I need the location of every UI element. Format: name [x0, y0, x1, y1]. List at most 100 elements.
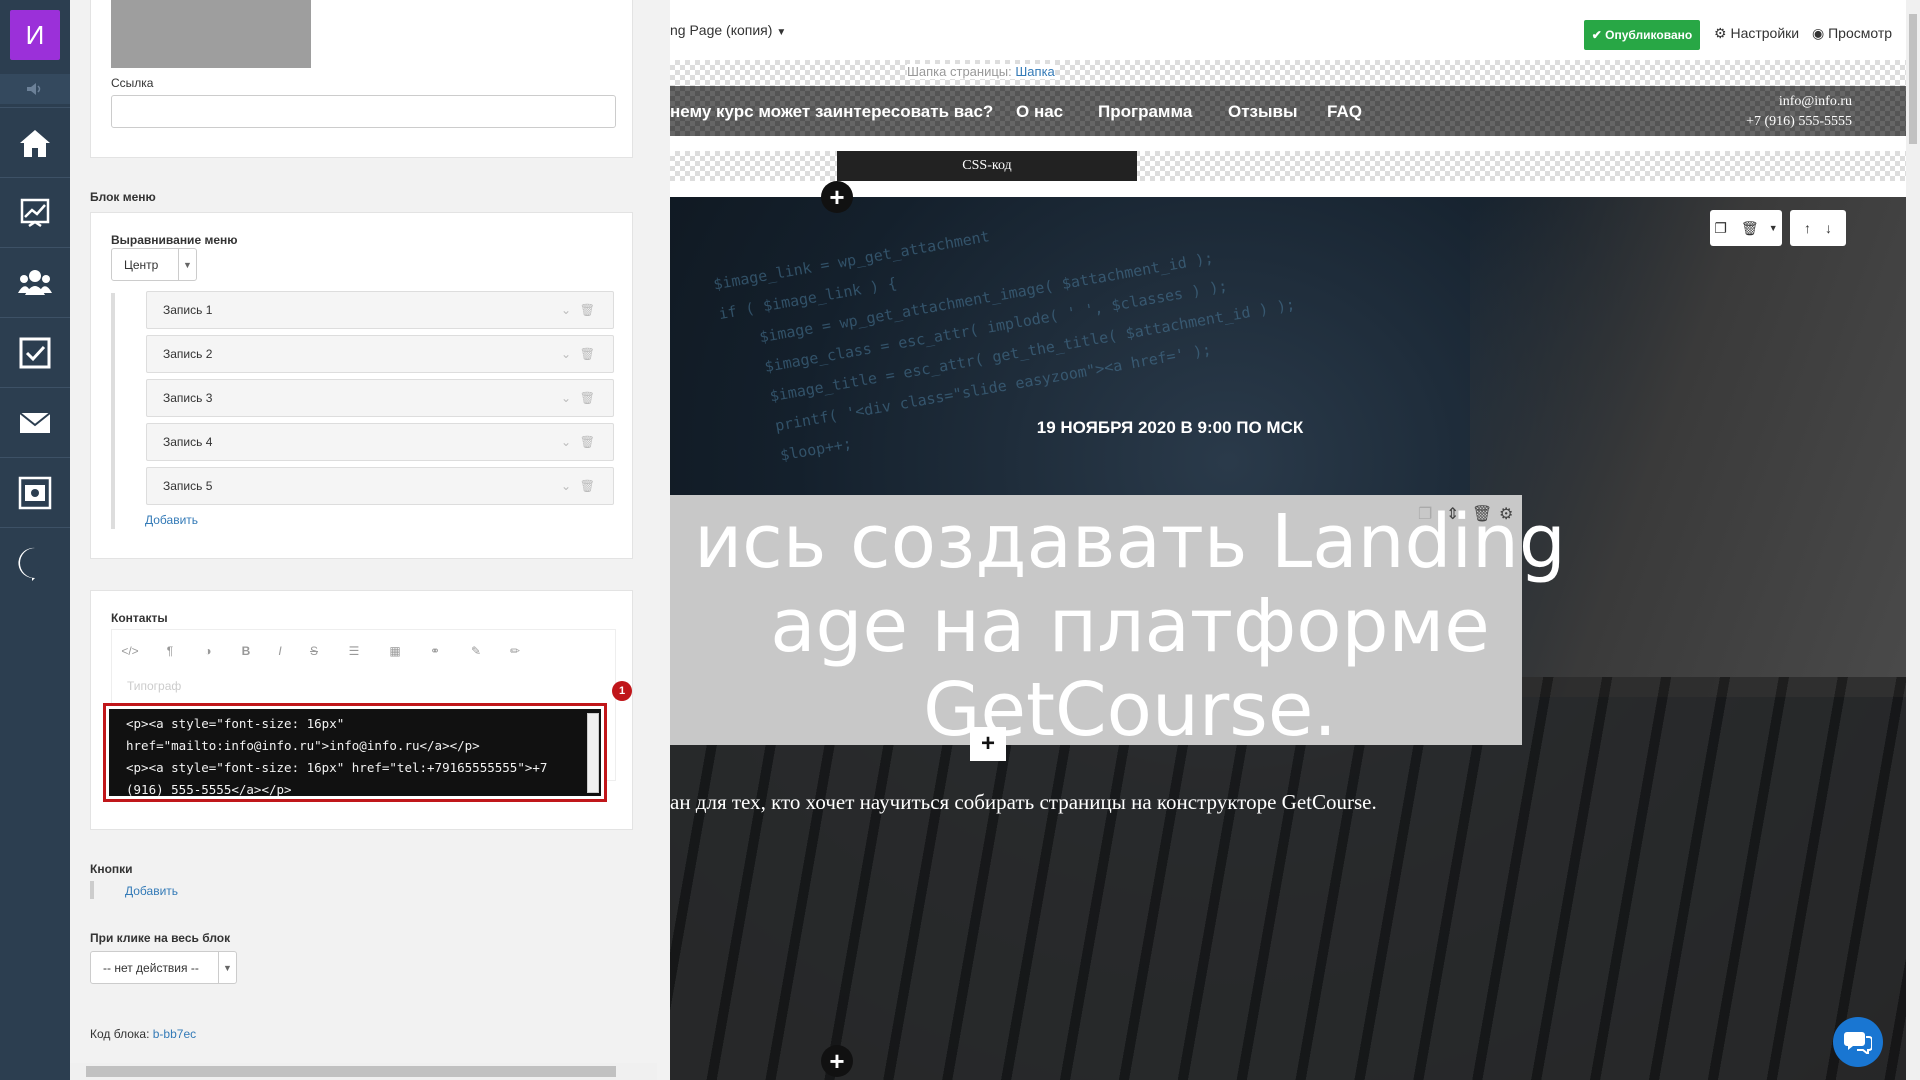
items-rail: [111, 293, 115, 529]
trash-icon[interactable]: 🗑: [1741, 220, 1759, 237]
menu-link[interactable]: FAQ: [1327, 102, 1362, 122]
menu-item[interactable]: Запись 2 ⌄ 🗑: [146, 335, 614, 373]
buttons-rail: [90, 881, 94, 899]
chevron-down-icon[interactable]: ⌄: [561, 479, 571, 493]
code-line: (916) 555-5555</a></p>: [126, 782, 292, 797]
menu-link[interactable]: нему курс может заинтересовать вас?: [670, 102, 993, 122]
menu-item[interactable]: Запись 1 ⌄ 🗑: [146, 291, 614, 329]
view-link[interactable]: ◉ Просмотр: [1812, 25, 1892, 42]
header-phone[interactable]: +7 (916) 555-5555: [1746, 112, 1852, 132]
header-strip: [670, 60, 1906, 86]
link-icon[interactable]: ⚭: [423, 640, 447, 662]
page-title[interactable]: ng Page (копия) ▼: [670, 22, 786, 38]
link-input[interactable]: [111, 95, 616, 128]
header-link[interactable]: Шапка: [1015, 64, 1054, 79]
add-block-icon[interactable]: +: [821, 1045, 853, 1077]
published-label: Опубликовано: [1605, 28, 1693, 42]
avatar[interactable]: И: [10, 10, 60, 60]
header-contacts: info@info.ru +7 (916) 555-5555: [1746, 92, 1852, 132]
menu-item-label: Запись 1: [163, 303, 213, 317]
strike-icon[interactable]: S: [302, 640, 326, 662]
settings-box-icon[interactable]: [0, 457, 70, 527]
caret-down-icon[interactable]: ▼: [1769, 223, 1778, 233]
add-block-icon[interactable]: +: [821, 181, 853, 213]
paragraph-icon[interactable]: ¶: [158, 640, 182, 662]
gear-icon: ⚙: [1714, 25, 1727, 41]
scroll-thumb[interactable]: [1909, 14, 1917, 144]
italic-icon[interactable]: I: [268, 640, 292, 662]
align-label: Выравнивание меню: [111, 233, 238, 247]
add-button-link[interactable]: Добавить: [125, 884, 178, 898]
click-label: При клике на весь блок: [90, 931, 231, 945]
copy-icon[interactable]: ❐: [1418, 504, 1432, 524]
trash-icon[interactable]: 🗑: [580, 479, 595, 493]
contrast-icon[interactable]: ◑: [196, 640, 220, 662]
settings-link[interactable]: ⚙ Настройки: [1714, 25, 1799, 42]
arrow-up-icon[interactable]: ↑: [1804, 220, 1811, 236]
copy-icon[interactable]: ❐: [1714, 220, 1727, 237]
header-email[interactable]: info@info.ru: [1746, 92, 1852, 112]
code-view-icon[interactable]: </>: [118, 640, 142, 662]
eye-icon: ◉: [1812, 25, 1825, 41]
trash-icon[interactable]: 🗑: [580, 391, 595, 405]
users-icon[interactable]: [0, 247, 70, 317]
trash-icon[interactable]: 🗑: [1472, 504, 1492, 524]
chevron-down-icon[interactable]: ⌄: [561, 303, 571, 317]
menu-item-label: Запись 4: [163, 435, 213, 449]
move-toolbar: ↑ ↓: [1790, 210, 1846, 246]
panel-hscrollbar[interactable]: [70, 1063, 657, 1080]
align-select[interactable]: Центр ▼: [111, 248, 197, 281]
speaker-icon[interactable]: [0, 74, 70, 104]
menu-item[interactable]: Запись 3 ⌄ 🗑: [146, 379, 614, 417]
menu-link[interactable]: О нас: [1016, 102, 1063, 122]
arrow-down-icon[interactable]: ↓: [1825, 220, 1832, 236]
link-label: Ссылка: [111, 76, 154, 90]
menu-item[interactable]: Запись 4 ⌄ 🗑: [146, 423, 614, 461]
bold-icon[interactable]: B: [234, 640, 258, 662]
chart-icon[interactable]: [0, 177, 70, 247]
menu-item[interactable]: Запись 5 ⌄ 🗑: [146, 467, 614, 505]
code-scrollbar[interactable]: [587, 713, 599, 793]
left-rail: И: [0, 0, 70, 1080]
add-element-icon[interactable]: +: [970, 727, 1006, 761]
image-preview[interactable]: [111, 0, 311, 68]
getcourse-icon[interactable]: [0, 527, 70, 597]
gear-icon[interactable]: ⚙: [1499, 504, 1513, 524]
link-card: Ссылка: [90, 0, 633, 158]
menu-item-label: Запись 5: [163, 479, 213, 493]
app-root: И Ссылка Блок меню Выравнивание меню Цен…: [0, 0, 1920, 1080]
block-code-value[interactable]: b-bb7ec: [153, 1027, 196, 1041]
list-icon[interactable]: ☰: [342, 640, 366, 662]
css-code-block[interactable]: CSS-код: [837, 151, 1137, 181]
trash-icon[interactable]: 🗑: [580, 347, 595, 361]
scroll-thumb[interactable]: [86, 1066, 616, 1077]
home-icon[interactable]: [0, 107, 70, 177]
chevron-down-icon[interactable]: ⌄: [561, 347, 571, 361]
code-editor[interactable]: <p><a style="font-size: 16px" href="mail…: [103, 703, 607, 802]
header-hint-label: Шапка страницы:: [907, 64, 1012, 79]
click-action-value: -- нет действия --: [103, 961, 199, 975]
sort-icon[interactable]: ⇕: [1446, 504, 1459, 524]
chevron-down-icon[interactable]: ⌄: [561, 435, 571, 449]
click-action-select[interactable]: -- нет действия -- ▼: [90, 951, 237, 984]
menu-link[interactable]: Программа: [1098, 102, 1192, 122]
table-icon[interactable]: ▦: [383, 640, 407, 662]
tasks-icon[interactable]: [0, 317, 70, 387]
chevron-down-icon[interactable]: ⌄: [561, 391, 571, 405]
chat-icon[interactable]: [1833, 1017, 1883, 1067]
menu-item-label: Запись 3: [163, 391, 213, 405]
preview-scrollbar[interactable]: [1906, 0, 1920, 1080]
pencil-icon[interactable]: ✏: [503, 640, 527, 662]
hero-background-image: $image_link = wp_get_attachment if ( $im…: [712, 227, 1297, 471]
published-button[interactable]: ✔ Опубликовано: [1584, 20, 1700, 50]
chevron-down-icon: ▼: [178, 249, 196, 280]
menu-link[interactable]: Отзывы: [1228, 102, 1298, 122]
mail-icon[interactable]: [0, 387, 70, 457]
add-item-link[interactable]: Добавить: [145, 513, 198, 527]
menu-item-label: Запись 2: [163, 347, 213, 361]
menu-card: Выравнивание меню Центр ▼ Запись 1 ⌄ 🗑 Зап…: [90, 212, 633, 559]
trash-icon[interactable]: 🗑: [580, 303, 595, 317]
block-code: Код блока: b-bb7ec: [90, 1027, 196, 1041]
trash-icon[interactable]: 🗑: [580, 435, 595, 449]
brush-icon[interactable]: ✎: [464, 640, 488, 662]
